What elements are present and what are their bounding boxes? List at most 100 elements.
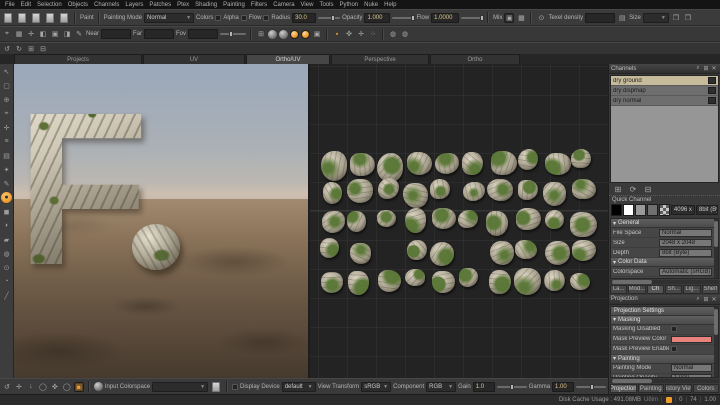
full-lighting-icon[interactable] xyxy=(290,30,299,39)
projection-hscrollbar[interactable] xyxy=(610,379,719,383)
uv-patch[interactable] xyxy=(323,182,343,204)
menu-filters[interactable]: Filters xyxy=(248,2,270,8)
menu-python[interactable]: Python xyxy=(336,2,361,8)
tab-perspective[interactable]: Perspective xyxy=(331,54,429,64)
symmetry-point-icon[interactable]: ▪ xyxy=(332,29,342,39)
projection-scrollbar[interactable] xyxy=(714,307,718,377)
color-managed-checkbox[interactable] xyxy=(232,384,238,390)
tool-select[interactable]: ↖ xyxy=(1,66,12,77)
mirror-left-icon[interactable]: ◧ xyxy=(38,29,48,39)
detach-icon[interactable]: ⊞ xyxy=(702,295,710,303)
painting-section-header[interactable]: ▾ Painting xyxy=(611,355,714,364)
camera-grid-icon[interactable]: ▦ xyxy=(14,29,24,39)
uv-patch[interactable] xyxy=(571,149,591,169)
undo-view-icon[interactable]: ↺ xyxy=(2,382,12,392)
channel-row-dry-ground[interactable]: dry ground xyxy=(611,76,718,86)
menu-ptex[interactable]: Ptex xyxy=(174,2,192,8)
tool-pin[interactable]: ⊙ xyxy=(1,262,12,273)
midgray-swatch[interactable] xyxy=(647,204,658,216)
close-icon[interactable]: ✕ xyxy=(710,295,718,303)
gain-field[interactable]: 1.0 xyxy=(473,382,495,392)
quick-size-select[interactable]: 4096 x 4096▼ xyxy=(671,205,695,215)
tool-vector-paint[interactable]: ✎ xyxy=(1,178,12,189)
properties-hscrollbar[interactable] xyxy=(610,280,719,284)
uv-patch[interactable] xyxy=(518,149,538,170)
uv-patch[interactable] xyxy=(378,178,399,199)
uv-patch[interactable] xyxy=(545,153,571,176)
detach-icon[interactable]: ⊞ xyxy=(702,65,710,73)
tab-projection[interactable]: Projection xyxy=(610,384,637,393)
uv-patch[interactable] xyxy=(430,242,454,265)
uv-patch[interactable] xyxy=(435,153,459,174)
tab-ortho[interactable]: Ortho xyxy=(430,54,520,64)
tab-painting[interactable]: Painting xyxy=(638,384,665,393)
uv-patch[interactable] xyxy=(403,183,428,208)
menu-selection[interactable]: Selection xyxy=(34,2,65,8)
painting-mode-select[interactable]: Normal xyxy=(671,364,712,372)
save-project-icon[interactable] xyxy=(32,13,40,23)
add-channel-icon[interactable]: ⊞ xyxy=(612,184,624,196)
white-swatch[interactable] xyxy=(623,204,634,216)
opacity-field[interactable]: 1.000 xyxy=(364,13,390,23)
flow-checkbox[interactable] xyxy=(263,15,269,21)
colorspace-select[interactable]: Automatic (sRGB) xyxy=(659,268,712,276)
uv-patch[interactable] xyxy=(572,179,596,199)
gain-slider[interactable] xyxy=(497,386,527,388)
uv-patch[interactable] xyxy=(407,152,432,175)
copy-patch-icon[interactable]: ❐ xyxy=(671,13,681,23)
uv-patch[interactable] xyxy=(432,271,455,293)
symmetry-x-icon[interactable]: ✜ xyxy=(344,29,354,39)
tool-transform[interactable]: ⊕ xyxy=(1,94,12,105)
tool-move[interactable]: ✛ xyxy=(1,122,12,133)
palette-tab-layers[interactable]: La... xyxy=(610,285,627,294)
uv-patch[interactable] xyxy=(321,272,344,293)
remove-channel-icon[interactable]: ⊟ xyxy=(642,184,654,196)
open-project-icon[interactable] xyxy=(18,13,26,23)
tool-clone-stamp[interactable]: ◗ xyxy=(1,220,12,231)
uv-patch[interactable] xyxy=(350,243,372,264)
menu-patches[interactable]: Patches xyxy=(146,2,174,8)
uv-patch[interactable] xyxy=(545,241,570,266)
menu-file[interactable]: File xyxy=(2,2,18,8)
uv-patch[interactable] xyxy=(487,179,513,201)
radius-field[interactable]: 30.0 xyxy=(292,13,316,23)
near-field[interactable] xyxy=(101,29,131,39)
menu-objects[interactable]: Objects xyxy=(65,2,91,8)
fov-slider[interactable] xyxy=(220,33,246,35)
uv-patch[interactable] xyxy=(515,240,538,260)
mix-toggle-icon[interactable]: ▣ xyxy=(504,13,514,23)
uv-patch[interactable] xyxy=(518,180,539,200)
tool-dodge[interactable]: ◔ xyxy=(1,276,12,287)
uv-patch[interactable] xyxy=(462,152,483,175)
gamma-field[interactable]: 1.00 xyxy=(552,382,574,392)
uv-patch[interactable] xyxy=(432,208,456,229)
uv-patch[interactable] xyxy=(347,211,366,232)
export-icon[interactable] xyxy=(60,13,68,23)
paint-target-icon[interactable]: ▣ xyxy=(74,382,84,392)
resolution-icon[interactable]: ▤ xyxy=(617,13,627,23)
uv-patch[interactable] xyxy=(489,270,511,294)
search-icon[interactable]: ⌕ xyxy=(694,295,702,303)
menu-nuke[interactable]: Nuke xyxy=(361,2,381,8)
paste-patch-icon[interactable]: ❐ xyxy=(683,13,693,23)
mask-preview-color-swatch[interactable] xyxy=(671,336,712,343)
mirror-right-icon[interactable]: ◨ xyxy=(62,29,72,39)
menu-layers[interactable]: Layers xyxy=(122,2,146,8)
menu-help[interactable]: Help xyxy=(381,2,399,8)
tool-spark[interactable]: ✦ xyxy=(1,164,12,175)
channel-row-dry-dispmap[interactable]: dry dispmap xyxy=(611,86,718,96)
uv-patch[interactable] xyxy=(377,210,397,227)
display-device-select[interactable]: default▼ xyxy=(282,382,316,392)
channels-palette-titlebar[interactable]: Channels ⌕ ⊞ ✕ xyxy=(609,64,720,74)
camera-move-icon[interactable]: ✛ xyxy=(26,29,36,39)
projection-palette-titlebar[interactable]: Projection ⌕ ⊞ ✕ xyxy=(609,295,720,305)
input-colorspace-select[interactable]: ▼ xyxy=(152,382,208,392)
texel-density-icon[interactable]: ⊙ xyxy=(536,13,546,23)
fov-field[interactable] xyxy=(188,29,218,39)
uv-patch[interactable] xyxy=(570,212,597,237)
uv-patch[interactable] xyxy=(490,241,513,265)
tab-history-view[interactable]: History View xyxy=(665,384,692,393)
environment-lighting-icon[interactable] xyxy=(301,30,310,39)
drop-icon[interactable]: ↓ xyxy=(26,382,36,392)
flow-slider[interactable] xyxy=(461,17,483,19)
